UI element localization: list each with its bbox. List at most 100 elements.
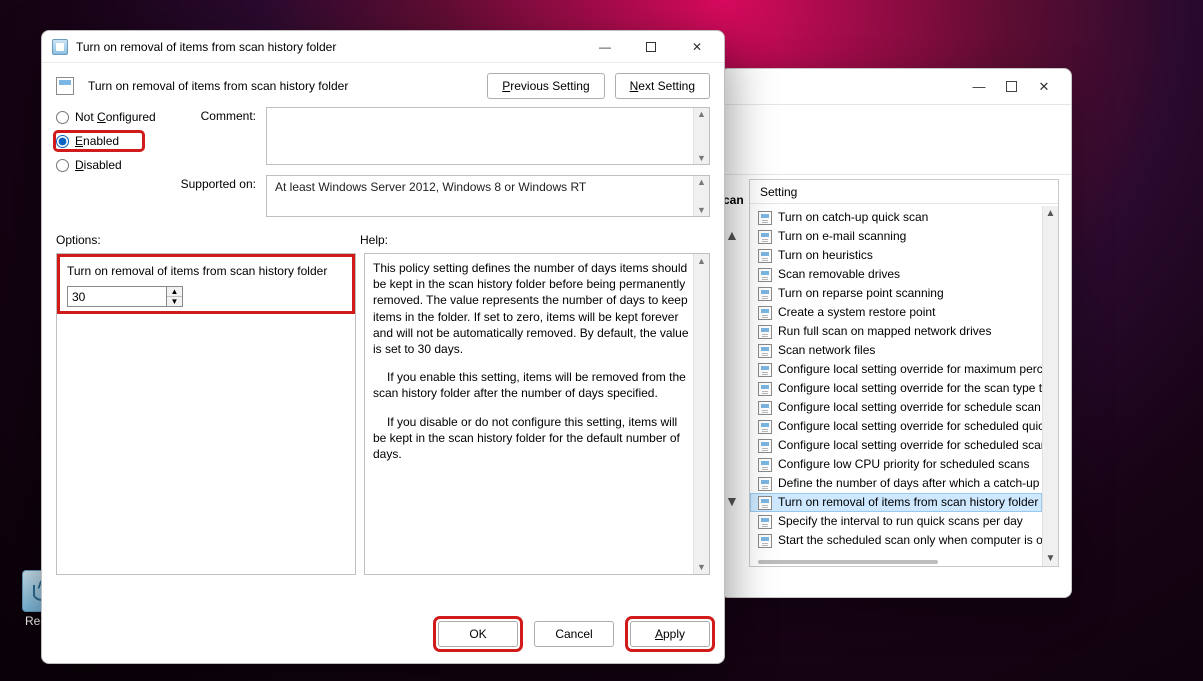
settings-item-label: Run full scan on mapped network drives bbox=[778, 323, 991, 340]
scroll-down-icon[interactable]: ▼ bbox=[696, 560, 707, 574]
policy-item-icon bbox=[758, 496, 772, 510]
help-paragraph: If you enable this setting, items will b… bbox=[373, 369, 689, 401]
supported-on-text: At least Windows Server 2012, Windows 8 … bbox=[266, 175, 710, 217]
scroll-down-icon[interactable]: ▼ bbox=[696, 204, 707, 216]
supported-on-label: Supported on: bbox=[176, 175, 256, 217]
policy-item-icon bbox=[758, 306, 772, 320]
settings-list-item[interactable]: Scan removable drives bbox=[750, 265, 1042, 284]
settings-item-label: Start the scheduled scan only when compu… bbox=[778, 532, 1042, 549]
radio-disabled[interactable]: Disabled bbox=[56, 157, 166, 173]
gpo-editor-window: — ✕ can ▲ ▼ Setting Turn on catch-up qui… bbox=[720, 68, 1072, 598]
previous-setting-button[interactable]: Previous Setting bbox=[487, 73, 604, 99]
settings-list-item[interactable]: Turn on heuristics bbox=[750, 246, 1042, 265]
settings-item-label: Scan removable drives bbox=[778, 266, 900, 283]
truncated-label: can bbox=[723, 193, 744, 207]
radio-not-configured[interactable]: Not Configured bbox=[56, 109, 166, 125]
settings-list-item[interactable]: Configure local setting override for the… bbox=[750, 379, 1042, 398]
settings-list-item[interactable]: Configure low CPU priority for scheduled… bbox=[750, 455, 1042, 474]
settings-list-item[interactable]: Configure local setting override for sch… bbox=[750, 436, 1042, 455]
settings-list-item[interactable]: Turn on e-mail scanning bbox=[750, 227, 1042, 246]
settings-list-item[interactable]: Turn on removal of items from scan histo… bbox=[750, 493, 1042, 512]
policy-item-icon bbox=[758, 230, 772, 244]
close-button[interactable]: ✕ bbox=[1035, 78, 1053, 96]
days-spinner[interactable]: ▲ ▼ bbox=[67, 286, 183, 307]
scroll-up-icon[interactable]: ▲ bbox=[696, 254, 707, 268]
policy-item-icon bbox=[758, 382, 772, 396]
settings-pane: Setting Turn on catch-up quick scanTurn … bbox=[749, 179, 1059, 567]
settings-list-item[interactable]: Scan network files bbox=[750, 341, 1042, 360]
radio-disabled-input[interactable] bbox=[56, 159, 69, 172]
settings-item-label: Turn on reparse point scanning bbox=[778, 285, 944, 302]
policy-app-icon bbox=[52, 39, 68, 55]
help-pane: This policy setting defines the number o… bbox=[364, 253, 710, 575]
dialog-titlebar[interactable]: Turn on removal of items from scan histo… bbox=[42, 31, 724, 63]
settings-item-label: Configure low CPU priority for scheduled… bbox=[778, 456, 1029, 473]
policy-item-icon bbox=[758, 363, 772, 377]
radio-enabled-input[interactable] bbox=[56, 135, 69, 148]
policy-item-icon bbox=[758, 458, 772, 472]
settings-list-item[interactable]: Turn on catch-up quick scan bbox=[750, 208, 1042, 227]
spinner-down-icon[interactable]: ▼ bbox=[167, 297, 182, 306]
policy-item-icon bbox=[758, 249, 772, 263]
settings-item-label: Create a system restore point bbox=[778, 304, 935, 321]
apply-button[interactable]: Apply bbox=[630, 621, 710, 647]
settings-list-item[interactable]: Create a system restore point bbox=[750, 303, 1042, 322]
policy-item-icon bbox=[758, 477, 772, 491]
scroll-up-icon[interactable]: ▲ bbox=[725, 227, 739, 243]
column-header-setting[interactable]: Setting bbox=[750, 180, 1058, 204]
maximize-button[interactable] bbox=[1006, 81, 1017, 92]
dialog-close-button[interactable]: ✕ bbox=[674, 32, 720, 62]
dialog-maximize-button[interactable] bbox=[628, 32, 674, 62]
settings-list-item[interactable]: Configure local setting override for max… bbox=[750, 360, 1042, 379]
policy-item-icon bbox=[758, 420, 772, 434]
scroll-down-icon[interactable]: ▼ bbox=[696, 152, 707, 164]
help-label: Help: bbox=[360, 233, 388, 247]
spinner-up-icon[interactable]: ▲ bbox=[167, 287, 182, 297]
settings-list-item[interactable]: Specify the interval to run quick scans … bbox=[750, 512, 1042, 531]
gpo-titlebar[interactable]: — ✕ bbox=[721, 69, 1071, 105]
policy-item-icon bbox=[758, 439, 772, 453]
policy-caption: Turn on removal of items from scan histo… bbox=[88, 79, 473, 93]
settings-list-item[interactable]: Configure local setting override for sch… bbox=[750, 417, 1042, 436]
radio-not-configured-input[interactable] bbox=[56, 111, 69, 124]
next-setting-button[interactable]: Next Setting bbox=[615, 73, 710, 99]
comment-textarea[interactable]: ▲▼ bbox=[266, 107, 710, 165]
settings-item-label: Configure local setting override for sch… bbox=[778, 437, 1042, 454]
settings-item-label: Specify the interval to run quick scans … bbox=[778, 513, 1023, 530]
days-input[interactable] bbox=[68, 287, 166, 306]
help-scrollbar[interactable]: ▲▼ bbox=[693, 254, 709, 574]
policy-item-icon bbox=[758, 287, 772, 301]
scroll-up-arrow-icon[interactable]: ▲ bbox=[1044, 206, 1058, 221]
policy-item-icon bbox=[758, 534, 772, 548]
policy-icon bbox=[56, 77, 74, 95]
settings-list-item[interactable]: Configure local setting override for sch… bbox=[750, 398, 1042, 417]
settings-list[interactable]: Turn on catch-up quick scanTurn on e-mai… bbox=[750, 206, 1042, 566]
settings-item-label: Turn on heuristics bbox=[778, 247, 873, 264]
scroll-down-arrow-icon[interactable]: ▼ bbox=[1044, 551, 1058, 566]
options-label: Options: bbox=[56, 233, 360, 247]
settings-item-label: Configure local setting override for sch… bbox=[778, 418, 1042, 435]
minimize-button[interactable]: — bbox=[970, 78, 988, 96]
ok-button[interactable]: OK bbox=[438, 621, 518, 647]
settings-item-label: Configure local setting override for max… bbox=[778, 361, 1042, 378]
policy-item-icon bbox=[758, 344, 772, 358]
scroll-up-icon[interactable]: ▲ bbox=[696, 176, 707, 188]
policy-item-icon bbox=[758, 515, 772, 529]
scroll-down-icon[interactable]: ▼ bbox=[725, 493, 739, 509]
settings-list-item[interactable]: Turn on reparse point scanning bbox=[750, 284, 1042, 303]
settings-list-item[interactable]: Define the number of days after which a … bbox=[750, 474, 1042, 493]
settings-item-label: Turn on removal of items from scan histo… bbox=[778, 494, 1038, 511]
settings-item-label: Configure local setting override for the… bbox=[778, 380, 1042, 397]
settings-list-item[interactable]: Run full scan on mapped network drives bbox=[750, 322, 1042, 341]
help-paragraph: This policy setting defines the number o… bbox=[373, 260, 689, 357]
settings-scrollbar[interactable]: ▲ ▼ bbox=[1042, 206, 1058, 566]
dialog-minimize-button[interactable]: — bbox=[582, 32, 628, 62]
policy-item-icon bbox=[758, 211, 772, 225]
dialog-title: Turn on removal of items from scan histo… bbox=[76, 40, 582, 54]
settings-item-label: Configure local setting override for sch… bbox=[778, 399, 1042, 416]
cancel-button[interactable]: Cancel bbox=[534, 621, 614, 647]
settings-list-item[interactable]: Start the scheduled scan only when compu… bbox=[750, 531, 1042, 550]
scroll-up-icon[interactable]: ▲ bbox=[696, 108, 707, 120]
horizontal-scroll-thumb[interactable] bbox=[758, 560, 938, 564]
radio-enabled[interactable]: Enabled bbox=[56, 133, 142, 149]
